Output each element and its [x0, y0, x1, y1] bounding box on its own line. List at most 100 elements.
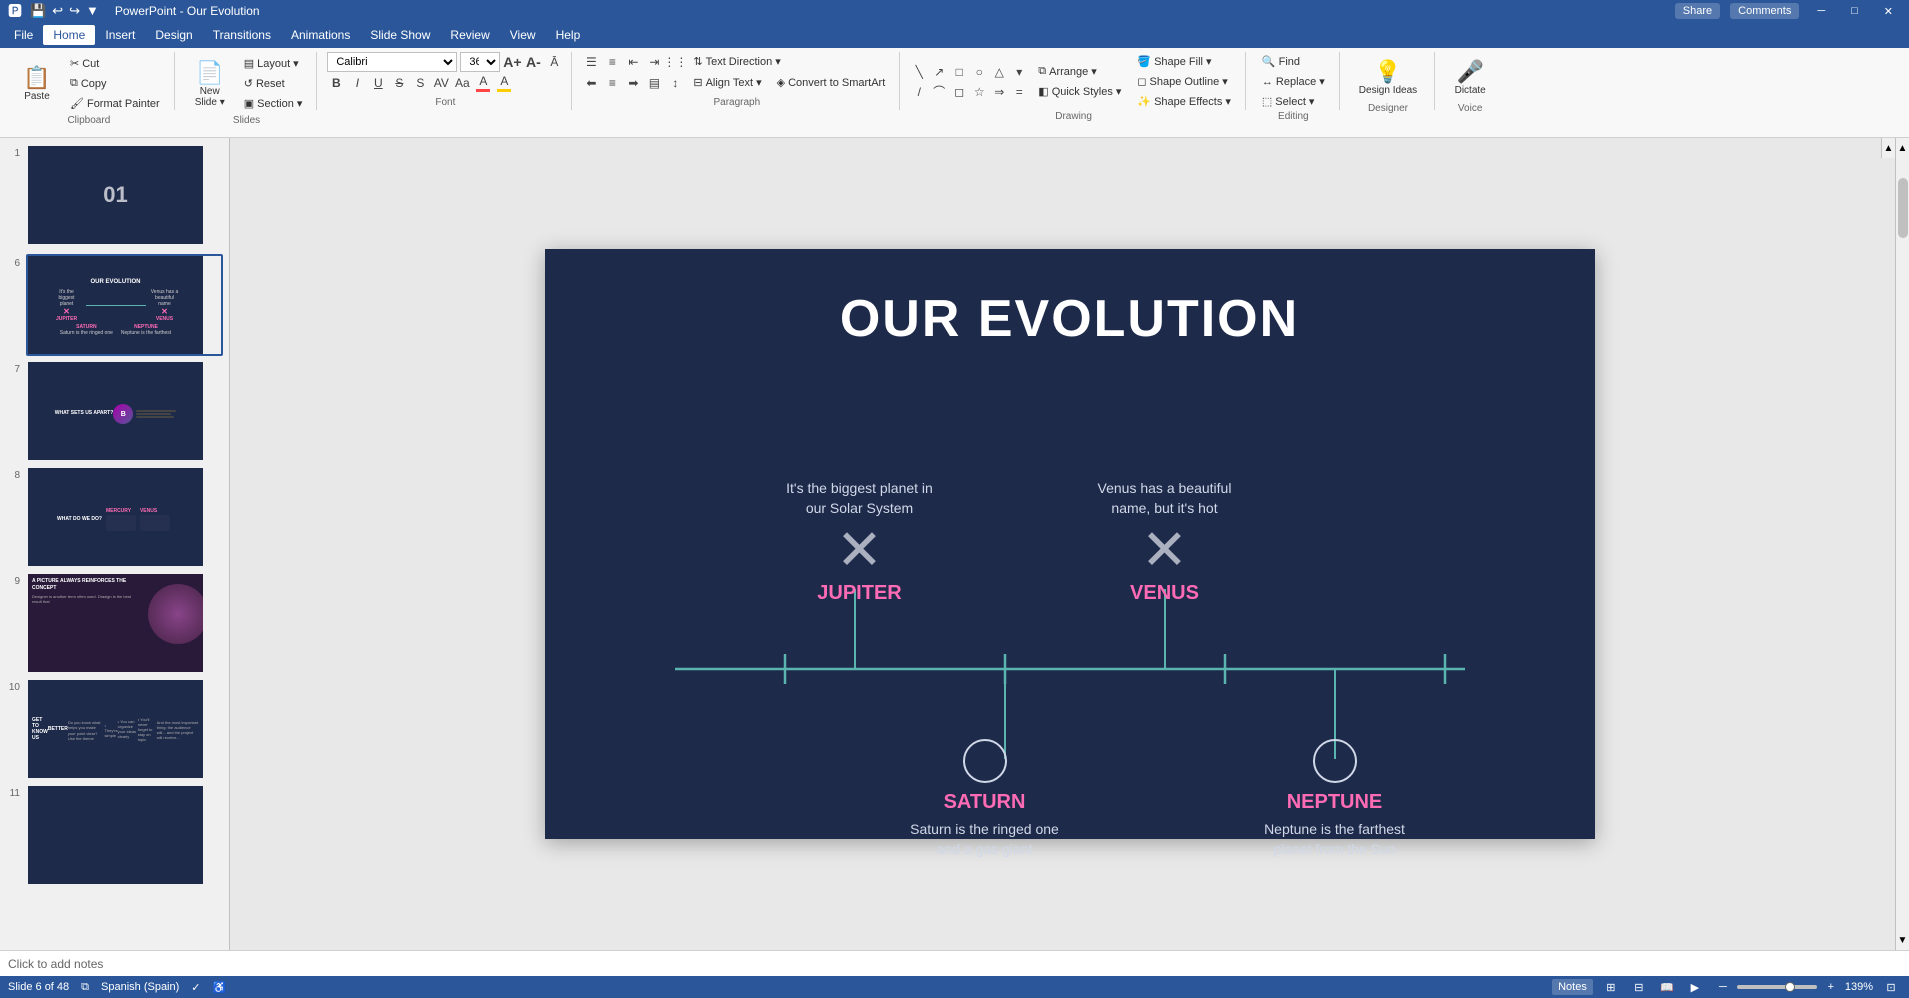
minimize-button[interactable]: ─: [1809, 3, 1833, 19]
slide-img-11[interactable]: [26, 784, 223, 886]
zoom-in-button[interactable]: +: [1821, 979, 1841, 995]
italic-button[interactable]: I: [348, 74, 366, 92]
zoom-thumb[interactable]: [1785, 982, 1795, 992]
justify-button[interactable]: ▤: [645, 74, 663, 92]
slideshow-button[interactable]: ▶: [1685, 979, 1705, 995]
paste-button[interactable]: 📋 Paste: [12, 54, 62, 113]
fit-slide-button[interactable]: ⊡: [1881, 979, 1901, 995]
decrease-indent-button[interactable]: ⇤: [624, 53, 642, 71]
shape-block-arrow-btn[interactable]: ⇒: [990, 83, 1008, 101]
change-case-button[interactable]: Aa: [453, 74, 471, 92]
layout-button[interactable]: ▤ Layout ▾: [238, 54, 309, 73]
scroll-thumb[interactable]: [1898, 178, 1908, 238]
slide-img-6[interactable]: OUR EVOLUTION It's the biggest planet ✕ …: [26, 254, 223, 356]
menu-animations[interactable]: Animations: [281, 25, 360, 45]
menu-help[interactable]: Help: [546, 25, 591, 45]
align-center-button[interactable]: ≡: [603, 74, 621, 92]
increase-font-button[interactable]: A+: [503, 53, 521, 71]
slide-img-7[interactable]: WHAT SETS US APART? B: [26, 360, 223, 462]
format-painter-button[interactable]: 🖌 Format Painter: [64, 94, 166, 113]
slide-sorter-button[interactable]: ⊟: [1629, 979, 1649, 995]
zoom-level[interactable]: 139%: [1845, 981, 1873, 993]
menu-file[interactable]: File: [4, 25, 43, 45]
clear-formatting-button[interactable]: Ā: [545, 53, 563, 71]
slide-thumb-9[interactable]: 9 A PICTURE ALWAYS REINFORCES THE CONCEP…: [4, 570, 225, 676]
shape-arrow-btn[interactable]: ↗: [930, 63, 948, 81]
slide-thumb-6[interactable]: 6 OUR EVOLUTION It's the biggest planet …: [4, 252, 225, 358]
menu-review[interactable]: Review: [440, 25, 499, 45]
align-right-button[interactable]: ➡: [624, 74, 642, 92]
strikethrough-button[interactable]: S: [390, 74, 408, 92]
save-icon[interactable]: 💾: [30, 3, 46, 19]
shape-connector-btn[interactable]: /: [910, 83, 928, 101]
shape-line-btn[interactable]: ╲: [910, 63, 928, 81]
slide-img-10[interactable]: GET TO KNOW US BETTER Do you know what h…: [26, 678, 223, 780]
slide-thumb-1[interactable]: 1 01: [4, 142, 225, 248]
cut-button[interactable]: ✂ Cut: [64, 54, 166, 73]
slide-img-8[interactable]: WHAT DO WE DO? MERCURY VENUS: [26, 466, 223, 568]
underline-button[interactable]: U: [369, 74, 387, 92]
notes-status-button[interactable]: Notes: [1552, 979, 1593, 995]
shape-star-btn[interactable]: ☆: [970, 83, 988, 101]
spell-check-icon[interactable]: ✓: [191, 981, 200, 994]
normal-view-button[interactable]: ⊞: [1601, 979, 1621, 995]
accessibility-icon[interactable]: ♿: [213, 981, 227, 994]
slide-thumb-10[interactable]: 10 GET TO KNOW US BETTER Do you know wha…: [4, 676, 225, 782]
shape-rect-btn[interactable]: □: [950, 63, 968, 81]
slide-img-9[interactable]: A PICTURE ALWAYS REINFORCES THE CONCEPT …: [26, 572, 223, 674]
reset-button[interactable]: ↺ Reset: [238, 74, 309, 93]
shape-oval-btn[interactable]: ○: [970, 63, 988, 81]
new-slide-button[interactable]: 📄 NewSlide ▾: [185, 55, 235, 113]
menu-slideshow[interactable]: Slide Show: [360, 25, 440, 45]
shape-outline-button[interactable]: ◻ Shape Outline ▾: [1131, 72, 1237, 91]
line-spacing-button[interactable]: ↕: [666, 74, 684, 92]
redo-icon[interactable]: ↪: [69, 3, 80, 19]
shape-callout-btn[interactable]: ◻: [950, 83, 968, 101]
shapes-more-btn[interactable]: ▾: [1010, 63, 1028, 81]
vertical-scrollbar[interactable]: ▲ ▼: [1895, 138, 1909, 950]
copy-button[interactable]: ⧉ Copy: [64, 74, 166, 93]
find-button[interactable]: 🔍 Find: [1256, 52, 1331, 71]
menu-home[interactable]: Home: [43, 25, 95, 45]
shape-equation-btn[interactable]: =: [1010, 83, 1028, 101]
slide-img-1[interactable]: 01: [26, 144, 223, 246]
scroll-down-arrow[interactable]: ▼: [1896, 930, 1909, 950]
columns-button[interactable]: ⋮⋮: [666, 53, 684, 71]
shape-effects-button[interactable]: ✨ Shape Effects ▾: [1131, 92, 1237, 111]
shape-triangle-btn[interactable]: △: [990, 63, 1008, 81]
scroll-up-button[interactable]: ▲: [1881, 138, 1895, 158]
close-button[interactable]: ✕: [1876, 3, 1901, 20]
slide-canvas[interactable]: OUR EVOLUTION It's: [545, 249, 1595, 839]
slide-thumb-8[interactable]: 8 WHAT DO WE DO? MERCURY VENUS: [4, 464, 225, 570]
align-left-button[interactable]: ⬅: [582, 74, 600, 92]
decrease-font-button[interactable]: A-: [524, 53, 542, 71]
menu-transitions[interactable]: Transitions: [203, 25, 281, 45]
share-button[interactable]: Share: [1675, 3, 1720, 19]
maximize-button[interactable]: □: [1843, 3, 1866, 19]
menu-view[interactable]: View: [500, 25, 546, 45]
select-edit-button[interactable]: ⬚ Select ▾: [1256, 92, 1331, 111]
quick-styles-button[interactable]: ◧ Quick Styles ▾: [1032, 82, 1127, 101]
bullets-button[interactable]: ☰: [582, 53, 600, 71]
slide-thumb-11[interactable]: 11: [4, 782, 225, 888]
menu-insert[interactable]: Insert: [95, 25, 145, 45]
bold-button[interactable]: B: [327, 74, 345, 92]
replace-button[interactable]: ↔ Replace ▾: [1256, 72, 1331, 91]
font-size-select[interactable]: 36: [460, 52, 500, 72]
convert-smartart-button[interactable]: ◈ Convert to SmartArt: [771, 73, 892, 92]
text-direction-button[interactable]: ⇅ Text Direction ▾: [687, 52, 786, 71]
character-spacing-button[interactable]: AV: [432, 74, 450, 92]
arrange-button[interactable]: ⧉ Arrange ▾: [1032, 62, 1127, 81]
text-highlight-button[interactable]: A: [495, 74, 513, 92]
zoom-track[interactable]: [1737, 985, 1817, 989]
shape-curve-btn[interactable]: ⌒: [930, 83, 948, 101]
font-name-select[interactable]: Calibri: [327, 52, 457, 72]
shadow-button[interactable]: S: [411, 74, 429, 92]
scroll-up-arrow[interactable]: ▲: [1896, 138, 1909, 158]
comments-button[interactable]: Comments: [1730, 3, 1799, 19]
zoom-out-button[interactable]: ─: [1713, 979, 1733, 995]
section-button[interactable]: ▣ Section ▾: [238, 94, 309, 113]
shape-fill-button[interactable]: 🪣 Shape Fill ▾: [1131, 52, 1237, 71]
dictate-button[interactable]: 🎤 Dictate: [1445, 54, 1495, 101]
reading-view-button[interactable]: 📖: [1657, 979, 1677, 995]
